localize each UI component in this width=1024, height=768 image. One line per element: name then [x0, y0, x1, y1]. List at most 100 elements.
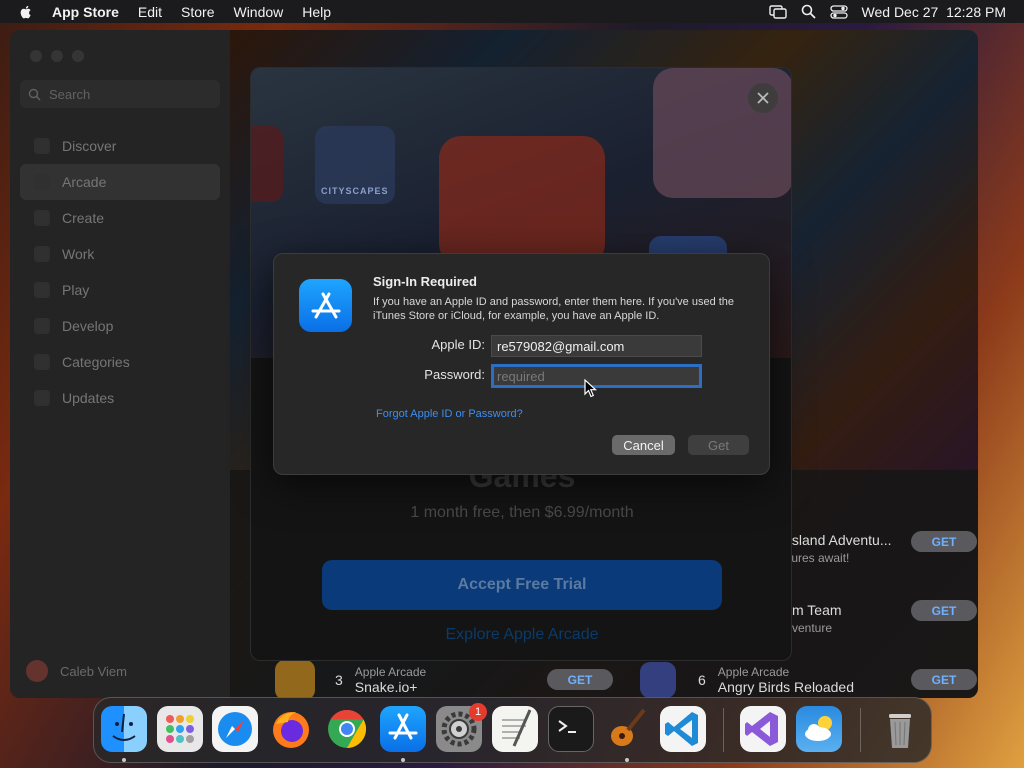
dock-trash[interactable] — [877, 706, 923, 752]
dock: 1 — [93, 697, 932, 763]
sidebar: Search Discover Arcade Create Work Play … — [10, 30, 230, 698]
list-item[interactable]: 3 Apple Arcade Snake.io+ — [275, 660, 575, 698]
search-placeholder: Search — [49, 86, 91, 102]
get-button[interactable]: GET — [911, 600, 977, 621]
updates-icon — [34, 390, 50, 406]
search-icon — [28, 88, 41, 101]
app-name: Snake.io+ — [354, 679, 418, 695]
dock-safari[interactable] — [212, 706, 258, 752]
chrome-icon — [328, 709, 367, 749]
get-button[interactable]: GET — [911, 531, 977, 552]
list-item[interactable]: m Team venture — [792, 602, 892, 635]
app-name: Island Adventu... — [788, 532, 892, 548]
minimize-window-button[interactable] — [51, 50, 63, 62]
dock-firefox[interactable] — [268, 706, 314, 752]
mouse-cursor-icon — [584, 379, 598, 398]
discover-icon — [34, 138, 50, 154]
menu-edit[interactable]: Edit — [138, 4, 162, 20]
sidebar-item-label: Play — [62, 282, 90, 298]
dock-terminal[interactable] — [548, 706, 594, 752]
apple-id-field[interactable] — [491, 335, 702, 357]
dock-finder[interactable] — [101, 706, 147, 752]
running-indicator — [122, 758, 126, 762]
app-thumbnail — [640, 662, 676, 698]
sidebar-item-create[interactable]: Create — [20, 200, 220, 236]
arcade-icon — [34, 174, 50, 190]
menubar-clock[interactable]: Wed Dec 27 12:28 PM — [862, 4, 1006, 20]
list-item[interactable]: Island Adventu... tures await! — [788, 532, 908, 565]
close-icon — [757, 92, 769, 104]
sidebar-item-arcade[interactable]: Arcade — [20, 164, 220, 200]
trial-price-text: 1 month free, then $6.99/month — [410, 504, 634, 521]
avatar — [26, 660, 48, 682]
sidebar-item-develop[interactable]: Develop — [20, 308, 220, 344]
work-icon — [34, 246, 50, 262]
apple-id-label: Apple ID: — [431, 337, 485, 352]
close-window-button[interactable] — [30, 50, 42, 62]
visual-studio-icon — [745, 712, 778, 746]
game-tile — [251, 126, 283, 202]
rank: 6 — [698, 672, 706, 688]
get-button[interactable]: GET — [547, 669, 613, 690]
zoom-window-button[interactable] — [72, 50, 84, 62]
account-button[interactable]: Caleb Viem — [26, 660, 127, 682]
cancel-button[interactable]: Cancel — [612, 435, 675, 455]
sidebar-item-label: Updates — [62, 390, 115, 406]
terminal-icon — [558, 720, 576, 733]
close-sheet-button[interactable] — [748, 83, 778, 113]
menu-window[interactable]: Window — [233, 4, 283, 20]
forgot-apple-id-link[interactable]: Forgot Apple ID or Password? — [376, 408, 523, 420]
menu-help[interactable]: Help — [302, 4, 331, 20]
get-button-disabled[interactable]: Get — [688, 435, 749, 455]
app-store-icon — [388, 713, 418, 740]
dock-visual-studio[interactable] — [740, 706, 786, 752]
launchpad-icon — [166, 715, 194, 743]
menu-store[interactable]: Store — [181, 4, 214, 20]
get-button[interactable]: GET — [911, 669, 977, 690]
app-category: Apple Arcade — [354, 665, 427, 679]
develop-icon — [34, 318, 50, 334]
menu-app-name[interactable]: App Store — [52, 4, 119, 20]
firefox-icon — [273, 712, 309, 748]
control-center-icon[interactable] — [829, 4, 848, 19]
sidebar-item-discover[interactable]: Discover — [20, 128, 220, 164]
game-tile — [439, 136, 605, 266]
list-item[interactable]: 6 Apple Arcade Angry Birds Reloaded — [640, 660, 900, 698]
running-indicator — [625, 758, 629, 762]
password-label: Password: — [424, 367, 485, 382]
dock-garageband[interactable] — [604, 706, 650, 752]
trash-icon — [889, 714, 911, 748]
app-subtitle: tures await! — [788, 551, 850, 565]
sidebar-search-field[interactable]: Search — [20, 80, 220, 108]
dock-textedit[interactable] — [492, 706, 538, 752]
vscode-icon — [665, 712, 698, 746]
app-subtitle: venture — [792, 621, 833, 635]
window-controls — [30, 50, 84, 62]
app-name: m Team — [792, 602, 842, 618]
dock-app-store[interactable] — [380, 706, 426, 752]
screen-mirroring-icon[interactable] — [768, 4, 787, 19]
app-name: Angry Birds Reloaded — [717, 679, 854, 695]
dock-launchpad[interactable] — [157, 706, 203, 752]
sign-in-dialog: Sign-In Required If you have an Apple ID… — [273, 253, 770, 475]
app-store-icon — [299, 279, 352, 332]
dock-weather[interactable] — [796, 706, 842, 752]
sidebar-item-label: Arcade — [62, 174, 107, 190]
explore-arcade-link[interactable]: Explore Apple Arcade — [251, 626, 791, 644]
guitar-icon — [611, 708, 646, 746]
finder-icon — [112, 713, 136, 741]
dock-chrome[interactable] — [324, 706, 370, 752]
apple-logo-icon[interactable] — [18, 4, 34, 20]
dialog-title: Sign-In Required — [373, 274, 477, 289]
game-tile-label: CITYSCAPES — [321, 186, 389, 196]
sidebar-item-label: Categories — [62, 354, 130, 370]
accept-free-trial-button[interactable]: Accept Free Trial — [322, 560, 722, 610]
user-name: Caleb Viem — [60, 663, 127, 679]
sidebar-item-updates[interactable]: Updates — [20, 380, 220, 416]
sidebar-item-play[interactable]: Play — [20, 272, 220, 308]
spotlight-search-icon[interactable] — [801, 4, 816, 19]
sidebar-item-work[interactable]: Work — [20, 236, 220, 272]
dock-vscode[interactable] — [660, 706, 706, 752]
app-category: Apple Arcade — [717, 665, 790, 679]
sidebar-item-categories[interactable]: Categories — [20, 344, 220, 380]
